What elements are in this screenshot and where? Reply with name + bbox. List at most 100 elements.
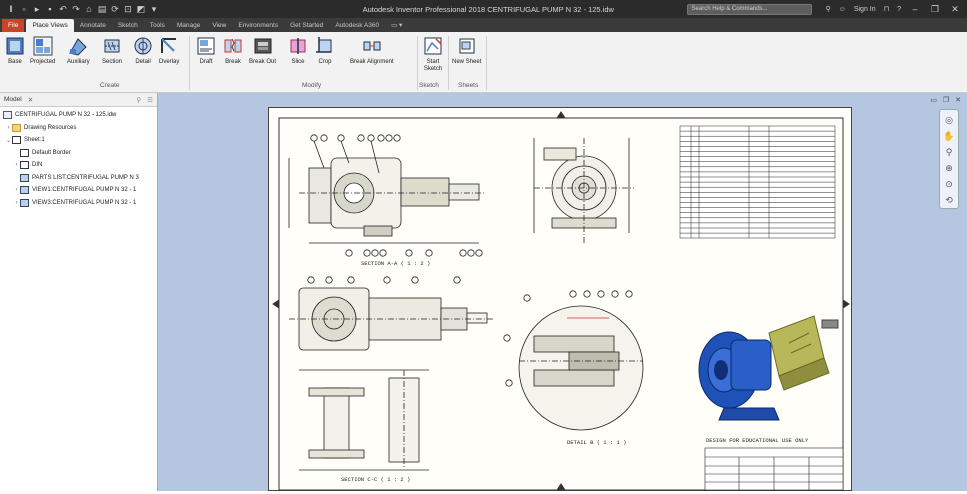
break-alignment-button[interactable]: Break Alignment [350, 35, 394, 66]
group-label-modify: Modify [302, 82, 322, 89]
user-icon[interactable]: ☺ [839, 6, 846, 13]
app-title: Autodesk Inventor Professional 2018 CENT… [362, 4, 614, 14]
close-icon[interactable]: ✕ [949, 4, 961, 15]
detail-label: DETAIL B ( 1 : 1 ) [567, 439, 626, 446]
tree-item-default-border[interactable]: Default Border [0, 147, 157, 160]
graphics-window[interactable]: ▭ ❐ ✕ ◎ ✋ ⚲ ⊕ ⊙ ⟲ SECTION A-A (1: 2) … [158, 93, 967, 491]
start-sketch-icon [424, 37, 442, 55]
expand-icon[interactable]: › [13, 200, 20, 206]
tree-item-view3[interactable]: › VIEW3:CENTRIFUGAL PUMP N 32 - 1 [0, 197, 157, 210]
expand-icon[interactable]: › [5, 125, 12, 131]
tab-sketch[interactable]: Sketch [112, 19, 144, 32]
tree-item-drawing-resources[interactable]: › Drawing Resources [0, 122, 157, 135]
collapse-icon[interactable]: ⌄ [5, 137, 12, 144]
minimize-icon[interactable]: – [909, 4, 921, 14]
save-icon[interactable]: ▪ [45, 4, 55, 14]
new-file-icon[interactable]: ▫ [19, 4, 29, 14]
quick-access-toolbar: I ▫ ▸ ▪ ↶ ↷ ⌂ ▤ ⟳ ⊡ ◩ ▾ [0, 4, 290, 14]
crop-icon [316, 37, 332, 53]
update-icon[interactable]: ⟳ [110, 4, 120, 14]
isometric-shaded-view [698, 315, 839, 421]
overlay-view-button[interactable]: Overlay [158, 35, 180, 66]
help-icon[interactable]: ? [897, 6, 901, 13]
new-sheet-icon [459, 38, 475, 54]
zoom-window-icon[interactable]: ⊕ [943, 162, 955, 174]
tree-item-parts-list[interactable]: PARTS LIST:CENTRIFUGAL PUMP N 3 [0, 172, 157, 185]
folder-icon [12, 123, 21, 132]
tree-item-sheet[interactable]: ⌄ Sheet:1 [0, 134, 157, 147]
tab-autodesk-a360[interactable]: Autodesk A360 [329, 19, 385, 32]
title-block-icon [20, 161, 29, 170]
tree-item-view1[interactable]: › VIEW1:CENTRIFUGAL PUMP N 32 - 1 [0, 184, 157, 197]
projected-view-button[interactable]: Projected [30, 35, 55, 66]
app-logo-icon[interactable]: I [6, 4, 16, 14]
drawing-sheet[interactable]: SECTION A-A ( 1 : 2 ) SECTION C-C (1: … [268, 107, 852, 491]
binoculars-icon[interactable]: ⚲ [826, 5, 831, 13]
tree-item-drawing[interactable]: CENTRIFUGAL PUMP N 32 - 125.idw [0, 109, 157, 122]
start-sketch-button[interactable]: Start Sketch [421, 35, 445, 73]
sign-in-link[interactable]: Sign In [854, 6, 876, 13]
print-icon[interactable]: ▤ [97, 4, 107, 14]
open-icon[interactable]: ▸ [32, 4, 42, 14]
close-browser-icon[interactable]: ✕ [28, 96, 33, 104]
measure-icon[interactable]: ⊡ [123, 4, 133, 14]
side-section-view [289, 276, 494, 351]
crop-button[interactable]: Crop [314, 35, 336, 66]
tab-get-started[interactable]: Get Started [284, 19, 329, 32]
ribbon-options-icon[interactable]: ▭ ▾ [385, 19, 408, 32]
tree-item-din[interactable]: › DIN [0, 159, 157, 172]
parts-list-icon [20, 173, 29, 182]
expand-icon[interactable]: › [13, 187, 20, 193]
tab-file[interactable]: File [2, 19, 25, 32]
document-window-controls[interactable]: ▭ ❐ ✕ [930, 96, 963, 104]
slice-icon [290, 38, 306, 54]
zoom-all-icon[interactable]: ⊙ [943, 178, 955, 190]
tab-annotate[interactable]: Annotate [74, 19, 112, 32]
drawing-content: SECTION A-A ( 1 : 2 ) SECTION C-C (1: … [272, 111, 850, 491]
browser-tab-model[interactable]: Model [4, 96, 22, 103]
educational-use-note: DESIGN FOR EDUCATIONAL USE ONLY [706, 437, 809, 444]
steering-wheel-icon[interactable]: ◎ [943, 114, 955, 126]
search-browser-icon[interactable]: ⚲ [136, 96, 141, 104]
cart-icon[interactable]: ⊓ [884, 5, 889, 13]
orbit-icon[interactable]: ⟲ [943, 194, 955, 206]
material-icon[interactable]: ◩ [136, 4, 146, 14]
home-icon[interactable]: ⌂ [84, 4, 94, 14]
draft-view-button[interactable]: Draft [195, 35, 217, 66]
section-view-button[interactable]: Section [101, 35, 123, 66]
model-browser: Model ✕ ⚲ ☰ CENTRIFUGAL PUMP N 32 - 125.… [0, 93, 158, 491]
view-icon [20, 198, 29, 207]
detail-view-button[interactable]: Detail [132, 35, 154, 66]
tab-tools[interactable]: Tools [144, 19, 171, 32]
zoom-icon[interactable]: ⚲ [943, 146, 955, 158]
break-out-icon [254, 38, 271, 54]
section-view-icon [104, 39, 120, 53]
break-button[interactable]: Break [222, 35, 244, 66]
search-input[interactable]: Search Help & Commands... [686, 3, 812, 15]
expand-icon[interactable]: › [13, 162, 20, 168]
browser-menu-icon[interactable]: ☰ [147, 96, 153, 104]
auxiliary-view-icon [69, 38, 88, 56]
parts-list-table [679, 125, 836, 239]
slice-button[interactable]: Slice [287, 35, 309, 66]
restore-icon[interactable]: ❐ [929, 4, 941, 15]
projected-view-icon [33, 36, 53, 56]
detail-view-icon [134, 37, 152, 55]
qat-dropdown-icon[interactable]: ▾ [149, 4, 159, 14]
tab-environments[interactable]: Environments [232, 19, 284, 32]
ribbon-panel: Base Projected Auxiliary Section Detail … [0, 32, 967, 93]
undo-icon[interactable]: ↶ [58, 4, 68, 14]
group-label-create: Create [100, 82, 120, 89]
base-view-button[interactable]: Base [4, 35, 26, 66]
redo-icon[interactable]: ↷ [71, 4, 81, 14]
pan-icon[interactable]: ✋ [943, 130, 955, 142]
tab-place-views[interactable]: Place Views [26, 19, 74, 32]
break-out-button[interactable]: Break Out [249, 35, 276, 66]
draft-view-icon [197, 37, 215, 55]
auxiliary-view-button[interactable]: Auxiliary [67, 35, 90, 66]
new-sheet-button[interactable]: New Sheet [452, 35, 481, 66]
tab-manage[interactable]: Manage [171, 19, 207, 32]
drawing-icon [3, 111, 12, 120]
base-view-icon [6, 37, 24, 55]
tab-view[interactable]: View [206, 19, 232, 32]
